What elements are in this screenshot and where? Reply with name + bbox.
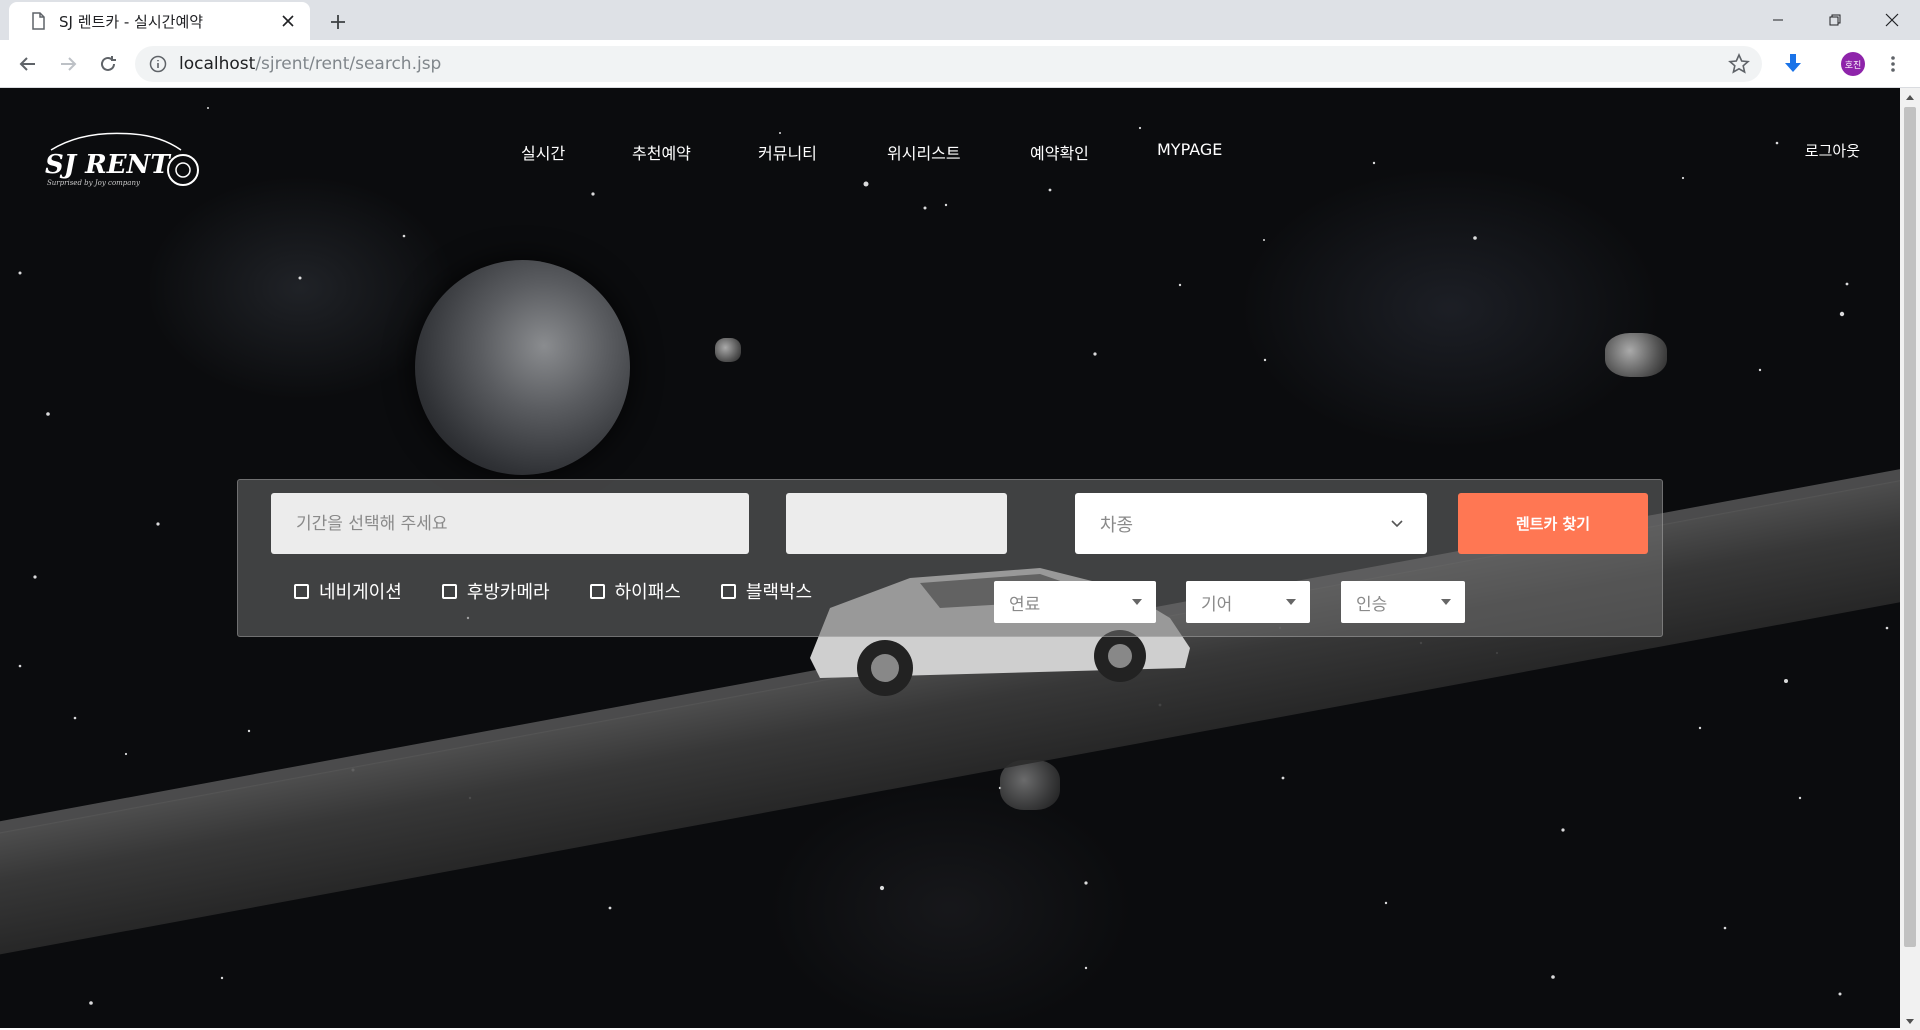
nav-item-mypage[interactable]: MYPAGE	[1157, 140, 1222, 159]
option-rear-camera[interactable]: 후방카메라	[441, 578, 550, 604]
caret-down-icon	[1441, 599, 1451, 605]
back-button[interactable]	[14, 50, 42, 78]
logout-link[interactable]: 로그아웃	[1805, 140, 1860, 161]
nav-item-wishlist[interactable]: 위시리스트	[887, 140, 961, 164]
option-blackbox[interactable]: 블랙박스	[720, 578, 813, 604]
fuel-select[interactable]: 연료	[994, 581, 1156, 623]
option-label: 블랙박스	[745, 582, 813, 603]
checkbox[interactable]	[441, 583, 457, 599]
info-icon[interactable]	[149, 55, 167, 73]
nav-item-recommend[interactable]: 추천예약	[632, 140, 691, 164]
option-label: 후방카메라	[466, 582, 550, 603]
fuel-label: 연료	[1009, 594, 1041, 615]
reload-button[interactable]	[94, 50, 122, 78]
download-icon[interactable]	[1778, 49, 1808, 79]
bookmark-star-icon[interactable]	[1728, 53, 1750, 75]
restore-button[interactable]	[1806, 0, 1863, 40]
period-input[interactable]	[271, 493, 749, 554]
asteroid-image	[1605, 333, 1667, 377]
tab-title: SJ 렌트카 - 실시간예약	[59, 12, 204, 31]
scroll-up-icon[interactable]	[1900, 88, 1920, 105]
option-label: 네비게이션	[319, 582, 402, 603]
gear-label: 기어	[1201, 594, 1233, 615]
svg-text:Surprised by Joy company: Surprised by Joy company	[47, 179, 141, 187]
asteroid-image	[1000, 760, 1060, 810]
page-viewport: SJ RENT Surprised by Joy company 실시간 추천예…	[0, 88, 1900, 1028]
scroll-down-icon[interactable]	[1900, 1013, 1920, 1030]
main-nav: 실시간 추천예약 커뮤니티 위시리스트 예약확인 MYPAGE	[0, 140, 1900, 170]
gear-select[interactable]: 기어	[1186, 581, 1310, 623]
option-label: 하이패스	[614, 582, 681, 603]
option-hipass[interactable]: 하이패스	[589, 578, 681, 604]
close-tab-icon[interactable]	[276, 9, 300, 33]
menu-dots-icon[interactable]	[1878, 49, 1908, 79]
car-type-label: 차종	[1100, 514, 1134, 536]
checkbox[interactable]	[589, 583, 605, 599]
forward-button[interactable]	[54, 50, 82, 78]
checkbox[interactable]	[720, 583, 736, 599]
close-window-button[interactable]	[1863, 0, 1920, 40]
option-navigation[interactable]: 네비게이션	[294, 578, 402, 604]
address-bar[interactable]: localhost/sjrent/rent/search.jsp	[135, 46, 1762, 82]
chevron-down-icon	[1391, 520, 1403, 528]
window-controls	[1749, 0, 1920, 40]
browser-tab[interactable]: SJ 렌트카 - 실시간예약	[9, 2, 310, 40]
minimize-button[interactable]	[1749, 0, 1806, 40]
car-type-select[interactable]: 차종	[1075, 493, 1427, 554]
avatar: 호진	[1841, 52, 1865, 76]
find-rentcar-button[interactable]: 렌트카 찾기	[1458, 493, 1648, 554]
seats-label: 인승	[1356, 594, 1388, 615]
page-icon	[32, 12, 45, 30]
rent-search-panel: 차종 렌트카 찾기 네비게이션 후방카메라 하이패스 블랙박스 연료 기어 인승	[237, 479, 1663, 637]
nav-item-community[interactable]: 커뮤니티	[758, 140, 817, 164]
profile-button[interactable]: 호진	[1838, 49, 1868, 79]
caret-down-icon	[1132, 599, 1142, 605]
browser-toolbar: localhost/sjrent/rent/search.jsp 호진	[0, 40, 1920, 88]
page-scrollbar[interactable]	[1900, 88, 1920, 1030]
url-host: localhost	[179, 54, 256, 74]
new-tab-button[interactable]	[324, 8, 352, 36]
moon-image	[415, 260, 630, 475]
url-path: /sjrent/rent/search.jsp	[255, 54, 442, 74]
caret-down-icon	[1286, 599, 1296, 605]
option-checkboxes: 네비게이션 후방카메라 하이패스 블랙박스	[294, 578, 852, 604]
scrollbar-thumb[interactable]	[1904, 107, 1916, 947]
time-input[interactable]	[786, 493, 1007, 554]
tab-strip: SJ 렌트카 - 실시간예약	[0, 0, 1920, 40]
nav-item-realtime[interactable]: 실시간	[521, 140, 565, 164]
checkbox[interactable]	[294, 583, 309, 599]
nav-item-reservation[interactable]: 예약확인	[1030, 140, 1089, 164]
asteroid-image	[715, 338, 741, 362]
seats-select[interactable]: 인승	[1341, 581, 1465, 623]
